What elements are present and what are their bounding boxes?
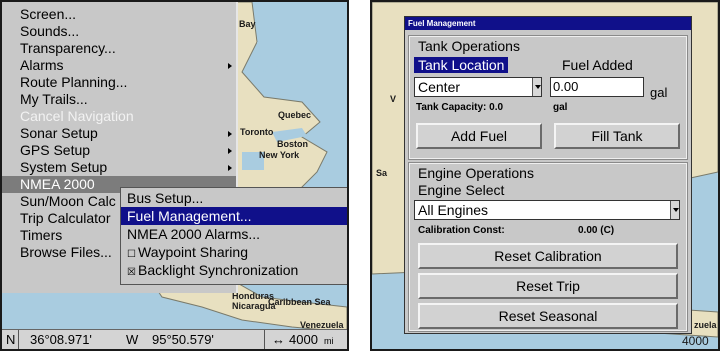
menu-item-label: Timers: [20, 227, 63, 243]
menu-item-route-planning[interactable]: Route Planning...: [2, 74, 236, 91]
menu-item-label: Alarms: [20, 57, 64, 73]
submenu-item-backlight-synchronization[interactable]: ☒ Backlight Synchronization: [121, 261, 347, 282]
submenu-item-waypoint-sharing[interactable]: ☐ Waypoint Sharing: [121, 243, 347, 261]
menu-item-my-trails[interactable]: My Trails...: [2, 91, 236, 108]
menu-item-label: Route Planning...: [20, 74, 128, 90]
zoom-value: 4000: [682, 334, 709, 348]
fill-tank-button[interactable]: Fill Tank: [554, 123, 680, 149]
tank-location-label: Tank Location: [414, 57, 509, 73]
map-label-caribbean-sea: Caribbean Sea: [268, 297, 331, 307]
menu-item-label: Browse Files...: [20, 244, 112, 260]
reset-calibration-button[interactable]: Reset Calibration: [418, 243, 678, 269]
fuel-management-dialog: Fuel Management Tank Operations Tank Loc…: [404, 16, 692, 334]
map-label-toronto: Toronto: [240, 127, 274, 137]
horizontal-arrows-icon: ↔: [272, 332, 285, 347]
menu-item-label: Cancel Navigation: [20, 108, 134, 124]
submenu-item-label: Bus Setup...: [127, 190, 204, 206]
menu-item-label: GPS Setup: [20, 142, 91, 158]
map-label-partial: zuela: [694, 320, 717, 330]
tank-operations-title: Tank Operations: [418, 38, 520, 54]
map-label-bay: Bay: [239, 19, 256, 29]
submenu-item-nmea-2000-alarms[interactable]: NMEA 2000 Alarms...: [121, 225, 347, 243]
map-label-partial: Sa: [376, 168, 388, 178]
submenu-item-label: Waypoint Sharing: [138, 244, 248, 260]
status-divider: [264, 330, 265, 349]
longitude-value: 95°50.579': [152, 332, 214, 347]
zoom-unit: mi: [324, 336, 334, 346]
engine-operations-group: Engine Operations Engine Select All Engi…: [408, 162, 688, 332]
menu-item-label: My Trails...: [20, 91, 88, 107]
latitude-value: 36°08.971': [30, 332, 92, 347]
fuel-added-unit: gal: [650, 85, 668, 100]
chevron-right-icon: [228, 148, 232, 154]
submenu-item-label: Backlight Synchronization: [138, 262, 299, 278]
map-label-quebec: Quebec: [278, 110, 312, 120]
menu-item-cancel-navigation: Cancel Navigation: [2, 108, 236, 125]
submenu-item-label: Fuel Management...: [127, 208, 252, 224]
menu-item-label: Sonar Setup: [20, 125, 98, 141]
fuel-added-label: Fuel Added: [562, 57, 633, 73]
menu-item-label: Transparency...: [20, 40, 116, 56]
submenu-item-label: NMEA 2000 Alarms...: [127, 226, 261, 242]
menu-item-sonar-setup[interactable]: Sonar Setup: [2, 125, 236, 142]
fuel-added-input[interactable]: 0.00: [550, 77, 644, 97]
menu-item-gps-setup[interactable]: GPS Setup: [2, 142, 236, 159]
checkbox-checked-icon[interactable]: ☒: [127, 264, 136, 282]
zoom-value: 4000: [289, 332, 318, 347]
chevron-down-icon[interactable]: [532, 78, 541, 96]
menu-item-transparency[interactable]: Transparency...: [2, 40, 236, 57]
menu-item-label: Trip Calculator: [20, 210, 111, 226]
menu-item-label: Screen...: [20, 6, 77, 22]
menu-item-screen[interactable]: Screen...: [2, 6, 236, 23]
tank-location-value: Center: [418, 79, 461, 95]
engine-operations-title: Engine Operations: [418, 165, 534, 181]
reset-trip-button[interactable]: Reset Trip: [418, 273, 678, 299]
reset-seasonal-button[interactable]: Reset Seasonal: [418, 303, 678, 329]
chevron-right-icon: [228, 131, 232, 137]
tank-operations-group: Tank Operations Tank Location Fuel Added…: [408, 35, 688, 160]
longitude-hemisphere: W: [126, 332, 139, 347]
tank-capacity-label: Tank Capacity: 0.0: [416, 102, 504, 113]
chevron-down-icon[interactable]: [670, 201, 679, 219]
menu-item-sounds[interactable]: Sounds...: [2, 23, 236, 40]
menu-item-label: Sounds...: [20, 23, 80, 39]
map-label-partial: V: [390, 94, 397, 104]
status-divider: [18, 330, 19, 349]
engine-select-label: Engine Select: [418, 182, 505, 198]
engine-select-value: All Engines: [418, 202, 489, 218]
tank-location-select[interactable]: Center: [414, 77, 542, 97]
left-screen: Bay Quebec Toronto Boston New York Hondu…: [0, 0, 349, 351]
menu-item-label: Sun/Moon Calc: [20, 193, 116, 209]
latitude-hemisphere: N: [6, 332, 16, 347]
map-label-new-york: New York: [259, 150, 300, 160]
dialog-title: Fuel Management: [405, 17, 691, 30]
menu-item-label: System Setup: [20, 159, 108, 175]
submenu-item-fuel-management[interactable]: Fuel Management...: [121, 207, 347, 225]
map-label-boston: Boston: [277, 139, 308, 149]
menu-item-label: NMEA 2000: [20, 176, 95, 192]
tank-capacity-unit: gal: [553, 102, 568, 113]
menu-item-system-setup[interactable]: System Setup: [2, 159, 236, 176]
add-fuel-button[interactable]: Add Fuel: [416, 123, 542, 149]
menu-item-alarms[interactable]: Alarms: [2, 57, 236, 74]
right-screen: V Sa zuela 4000 Fuel Management Tank Ope…: [370, 0, 720, 351]
calibration-const-value: 0.00 (C): [578, 225, 615, 236]
chevron-right-icon: [228, 63, 232, 69]
chevron-right-icon: [228, 165, 232, 171]
nmea-2000-submenu: Bus Setup... Fuel Management... NMEA 2000 …: [120, 187, 347, 285]
calibration-const-label: Calibration Const:: [418, 225, 505, 236]
status-bar: N 36°08.971' W 95°50.579' ↔ 4000 mi: [2, 329, 347, 349]
submenu-item-bus-setup[interactable]: Bus Setup...: [121, 189, 347, 207]
engine-select[interactable]: All Engines: [414, 200, 680, 220]
